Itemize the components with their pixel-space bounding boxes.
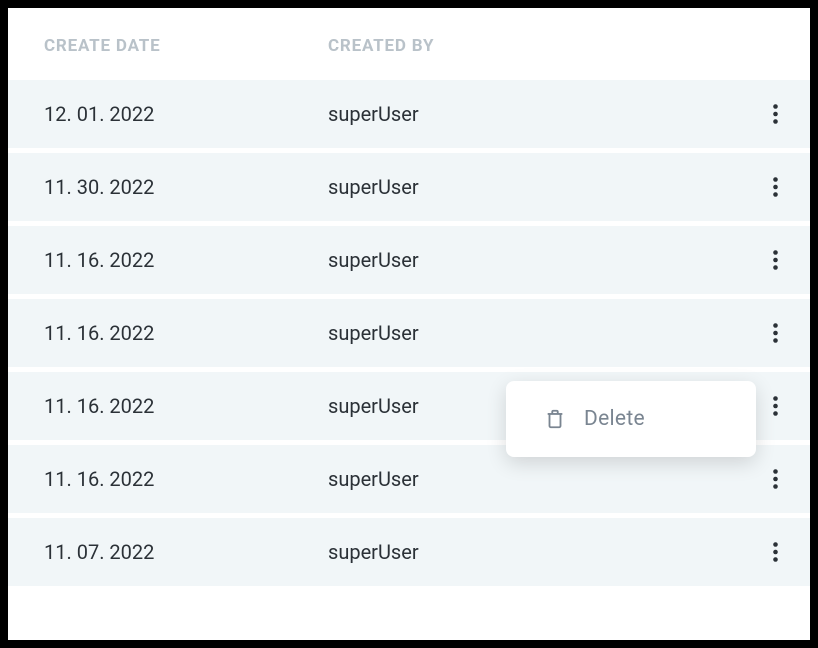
data-table: CREATE DATE CREATED BY 12. 01. 2022 supe… (8, 8, 810, 586)
kebab-menu-icon (773, 469, 778, 489)
cell-actions (740, 96, 810, 132)
cell-create-date: 11. 16. 2022 (8, 321, 308, 345)
row-actions-button[interactable] (757, 242, 793, 278)
cell-created-by: superUser (308, 540, 740, 564)
table-row: 11. 30. 2022 superUser (8, 153, 810, 221)
cell-actions (740, 461, 810, 497)
table-row: 11. 16. 2022 superUser (8, 226, 810, 294)
delete-menu-item[interactable]: Delete (506, 399, 756, 439)
table-row: 11. 07. 2022 superUser (8, 518, 810, 586)
cell-create-date: 11. 16. 2022 (8, 467, 308, 491)
column-header-create-date[interactable]: CREATE DATE (8, 36, 308, 56)
cell-create-date: 11. 30. 2022 (8, 175, 308, 199)
trash-icon (544, 407, 566, 431)
row-actions-button[interactable] (757, 96, 793, 132)
cell-created-by: superUser (308, 175, 740, 199)
table-container: CREATE DATE CREATED BY 12. 01. 2022 supe… (8, 8, 810, 640)
cell-created-by: superUser (308, 248, 740, 272)
cell-created-by: superUser (308, 321, 740, 345)
kebab-menu-icon (773, 542, 778, 562)
cell-actions (740, 242, 810, 278)
column-header-actions (740, 36, 810, 56)
kebab-menu-icon (773, 250, 778, 270)
cell-create-date: 12. 01. 2022 (8, 102, 308, 126)
table-header-row: CREATE DATE CREATED BY (8, 8, 810, 80)
row-actions-button[interactable] (757, 388, 793, 424)
cell-create-date: 11. 16. 2022 (8, 248, 308, 272)
column-header-created-by[interactable]: CREATED BY (308, 36, 740, 56)
cell-create-date: 11. 07. 2022 (8, 540, 308, 564)
kebab-menu-icon (773, 396, 778, 416)
cell-created-by: superUser (308, 102, 740, 126)
cell-actions (740, 315, 810, 351)
table-row: 12. 01. 2022 superUser (8, 80, 810, 148)
cell-actions (740, 534, 810, 570)
kebab-menu-icon (773, 104, 778, 124)
table-row: 11. 16. 2022 superUser (8, 299, 810, 367)
cell-created-by: superUser (308, 467, 740, 491)
kebab-menu-icon (773, 177, 778, 197)
row-actions-button[interactable] (757, 534, 793, 570)
cell-create-date: 11. 16. 2022 (8, 394, 308, 418)
row-actions-popover: Delete (506, 381, 756, 457)
kebab-menu-icon (773, 323, 778, 343)
row-actions-button[interactable] (757, 315, 793, 351)
row-actions-button[interactable] (757, 169, 793, 205)
cell-actions (740, 169, 810, 205)
row-actions-button[interactable] (757, 461, 793, 497)
delete-menu-item-label: Delete (584, 407, 645, 431)
